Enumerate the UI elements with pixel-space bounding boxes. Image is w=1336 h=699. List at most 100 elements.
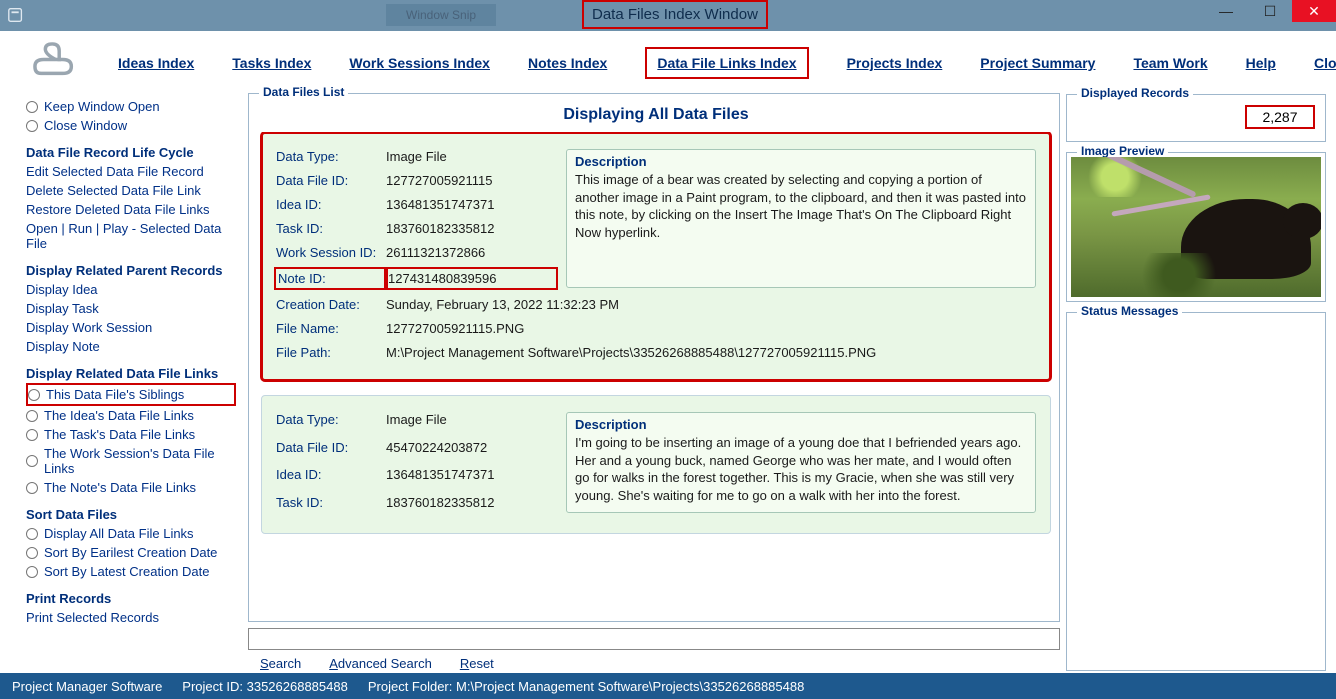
nav-projects-index[interactable]: Projects Index [847,55,943,71]
window-controls: — ☐ ✕ [1204,0,1336,22]
footer-project-id: Project ID: 33526268885488 [182,679,348,694]
app-icon [6,5,26,25]
nav-tasks-index[interactable]: Tasks Index [232,55,311,71]
nav-team-work[interactable]: Team Work [1133,55,1207,71]
right-panel: Displayed Records 2,287 Image Preview St… [1066,93,1326,671]
displayed-records-group: Displayed Records 2,287 [1066,94,1326,142]
nav-data-file-links-index[interactable]: Data File Links Index [645,47,808,79]
nav-notes-index[interactable]: Notes Index [528,55,607,71]
this-files-siblings-radio[interactable]: This Data File's Siblings [26,383,236,406]
nav-close-program[interactable]: Close Program [1314,55,1336,71]
keep-window-open-radio[interactable]: Keep Window Open [26,97,240,116]
main-toolbar: Ideas Index Tasks Index Work Sessions In… [0,29,1336,89]
displayed-records-count: 2,287 [1245,105,1315,129]
section-parent-records: Display Related Parent Records [26,253,240,280]
sort-latest-radio[interactable]: Sort By Latest Creation Date [26,562,240,581]
section-sort: Sort Data Files [26,497,240,524]
tasks-file-links-radio[interactable]: The Task's Data File Links [26,425,240,444]
description-text: This image of a bear was created by sele… [575,171,1027,241]
data-files-list-group: Data Files List Displaying All Data File… [248,93,1060,622]
open-run-play-link[interactable]: Open | Run | Play - Selected Data File [26,221,240,251]
logo-icon [28,41,80,85]
advanced-search-link[interactable]: Advanced Search [329,656,432,671]
nav-project-summary[interactable]: Project Summary [980,55,1095,71]
nav-help[interactable]: Help [1246,55,1276,71]
display-work-session-link[interactable]: Display Work Session [26,320,152,335]
minimize-button[interactable]: — [1204,0,1248,22]
description-box: Description This image of a bear was cre… [566,149,1036,288]
lbl-fname: File Name: [276,321,386,336]
display-all-links-radio[interactable]: Display All Data File Links [26,524,240,543]
ideas-file-links-radio[interactable]: The Idea's Data File Links [26,406,240,425]
edit-selected-record-link[interactable]: Edit Selected Data File Record [26,164,204,179]
ideas-file-links-label: The Idea's Data File Links [44,408,194,423]
lbl-task-id: Task ID: [276,495,386,514]
sort-earliest-label: Sort By Earilest Creation Date [44,545,217,560]
lbl-data-type: Data Type: [276,412,386,431]
data-file-record[interactable]: Data Type:Image File Data File ID:127727… [261,132,1051,381]
window-snip-button[interactable]: Window Snip [386,4,496,26]
lbl-idea-id: Idea ID: [276,467,386,486]
sort-earliest-radio[interactable]: Sort By Earilest Creation Date [26,543,240,562]
lbl-note-id: Note ID: [274,267,388,290]
close-window-label: Close Window [44,118,127,133]
description-label: Description [575,154,1027,169]
footer-project-folder: Project Folder: M:\Project Management So… [368,679,805,694]
val-fname: 127727005921115.PNG [386,321,1036,336]
image-preview-legend: Image Preview [1077,144,1168,158]
val-cdate: Sunday, February 13, 2022 11:32:23 PM [386,297,1036,312]
lbl-fpath: File Path: [276,345,386,360]
notes-file-links-radio[interactable]: The Note's Data File Links [26,478,240,497]
val-idea-id: 136481351747371 [386,197,556,212]
search-bar [248,622,1060,650]
display-note-link[interactable]: Display Note [26,339,100,354]
left-panel: Keep Window Open Close Window Data File … [10,93,242,671]
search-input[interactable] [248,628,1060,650]
window-title: Data Files Index Window [582,0,768,29]
maximize-button[interactable]: ☐ [1248,0,1292,22]
image-preview-group: Image Preview [1066,152,1326,302]
tasks-file-links-label: The Task's Data File Links [44,427,195,442]
image-preview [1071,157,1321,297]
lbl-data-file-id: Data File ID: [276,173,386,188]
lbl-ws-id: Work Session ID: [276,245,386,260]
val-data-type: Image File [386,412,556,431]
ws-file-links-label: The Work Session's Data File Links [44,446,240,476]
display-idea-link[interactable]: Display Idea [26,282,98,297]
val-data-type: Image File [386,149,556,164]
nav-ideas-index[interactable]: Ideas Index [118,55,194,71]
restore-deleted-link[interactable]: Restore Deleted Data File Links [26,202,210,217]
val-task-id: 183760182335812 [386,221,556,236]
reset-link[interactable]: Reset [460,656,494,671]
list-header: Displaying All Data Files [259,100,1053,132]
center-panel: Data Files List Displaying All Data File… [248,93,1060,671]
close-window-radio[interactable]: Close Window [26,116,240,135]
keep-window-open-label: Keep Window Open [44,99,160,114]
val-fpath: M:\Project Management Software\Projects\… [386,345,1036,360]
sort-latest-label: Sort By Latest Creation Date [44,564,209,579]
search-link[interactable]: Search [260,656,301,671]
delete-selected-link[interactable]: Delete Selected Data File Link [26,183,201,198]
status-bar: Project Manager Software Project ID: 335… [0,673,1336,699]
status-messages-legend: Status Messages [1077,304,1182,318]
val-data-file-id: 127727005921115 [386,173,556,188]
lbl-cdate: Creation Date: [276,297,386,312]
notes-file-links-label: The Note's Data File Links [44,480,196,495]
title-bar: Window Snip Data Files Index Window — ☐ … [0,0,1336,29]
records-scroll[interactable]: Data Type:Image File Data File ID:127727… [259,132,1053,615]
val-ws-id: 26111321372866 [386,245,556,260]
section-print: Print Records [26,581,240,608]
print-selected-link[interactable]: Print Selected Records [26,610,159,625]
display-all-links-label: Display All Data File Links [44,526,194,541]
lbl-data-file-id: Data File ID: [276,440,386,459]
close-button[interactable]: ✕ [1292,0,1336,22]
val-data-file-id: 45470224203872 [386,440,556,459]
search-link-row: Search Advanced Search Reset [248,650,1060,671]
footer-app-name: Project Manager Software [12,679,162,694]
nav-work-sessions-index[interactable]: Work Sessions Index [349,55,490,71]
display-task-link[interactable]: Display Task [26,301,99,316]
ws-file-links-radio[interactable]: The Work Session's Data File Links [26,444,240,478]
lbl-data-type: Data Type: [276,149,386,164]
val-idea-id: 136481351747371 [386,467,556,486]
data-file-record[interactable]: Data Type:Image File Data File ID:454702… [261,395,1051,534]
